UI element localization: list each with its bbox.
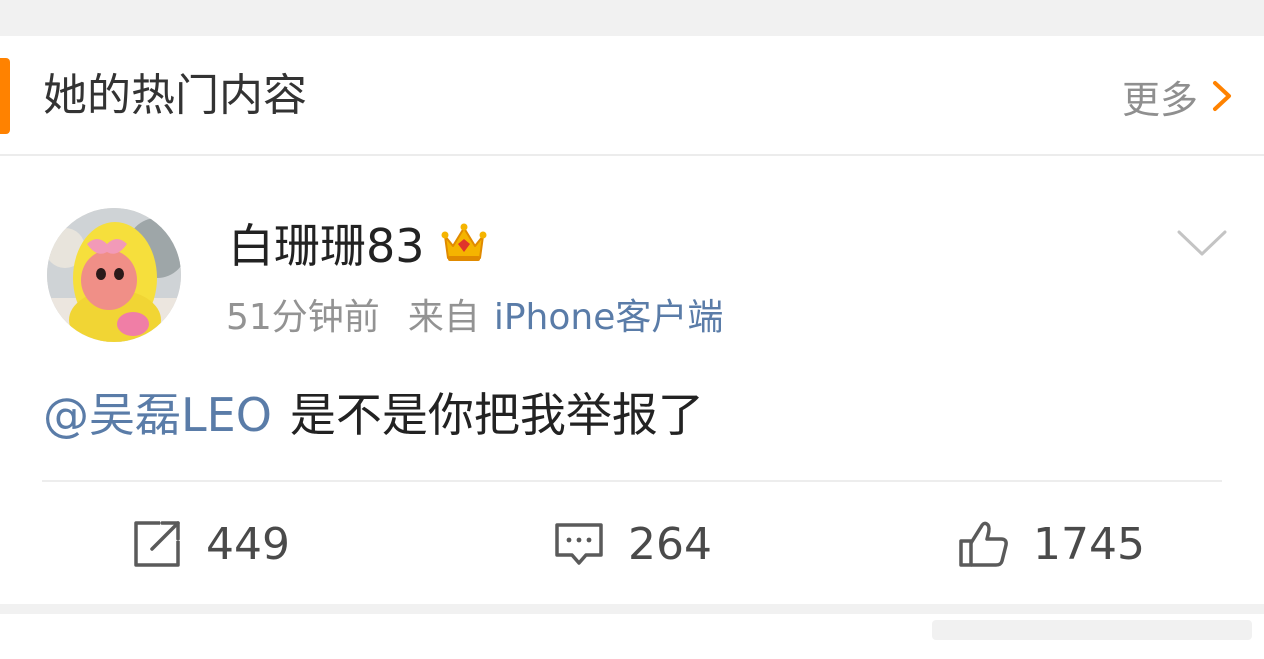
more-label: 更多 [1121, 77, 1198, 122]
action-bar: 449 264 1745 [0, 502, 1264, 586]
like-thumb-icon [959, 521, 1008, 567]
comment-count: 264 [628, 518, 712, 570]
author-name[interactable]: 白珊珊83 [228, 210, 425, 276]
source-prefix: 来自 [407, 297, 480, 338]
crown-badge-icon[interactable] [439, 218, 489, 268]
hot-content-header: 她的热门内容 更多 [0, 36, 1264, 156]
avatar[interactable] [47, 208, 181, 342]
action-divider [42, 480, 1222, 482]
repost-button[interactable]: 449 [130, 502, 290, 586]
repost-count: 449 [206, 518, 290, 570]
section-title: 她的热门内容 [43, 70, 307, 121]
post-source: 来自 iPhone客户端 [408, 288, 724, 340]
chevron-down-icon[interactable] [1176, 228, 1228, 258]
post-body-text: 是不是你把我举报了 [289, 388, 704, 442]
like-button[interactable]: 1745 [957, 502, 1145, 586]
header-accent-bar [0, 58, 10, 134]
post-content: @吴磊LEO 是不是你把我举报了 [43, 382, 704, 448]
next-card-edge [0, 614, 1264, 659]
post-meta: 51分钟前 来自 iPhone客户端 [226, 289, 723, 339]
chevron-right-icon [1213, 81, 1231, 111]
author-row: 白珊珊83 [228, 212, 489, 274]
repost-icon [134, 521, 180, 567]
source-client-link[interactable]: iPhone客户端 [494, 288, 724, 340]
avatar-image [47, 208, 181, 342]
comment-button[interactable]: 264 [552, 502, 712, 586]
post-time: 51分钟前 [226, 297, 380, 338]
top-gap [0, 0, 1264, 36]
comment-icon [555, 523, 603, 565]
like-count: 1745 [1033, 518, 1145, 570]
post-card[interactable]: 白珊珊83 51分钟前 来自 iPhone客户端 @吴磊LEO 是不是你把我举报… [0, 156, 1264, 604]
mention-link[interactable]: @吴磊LEO [43, 382, 272, 448]
more-button[interactable]: 更多 [1122, 68, 1234, 124]
watermark-mark [932, 620, 1252, 640]
